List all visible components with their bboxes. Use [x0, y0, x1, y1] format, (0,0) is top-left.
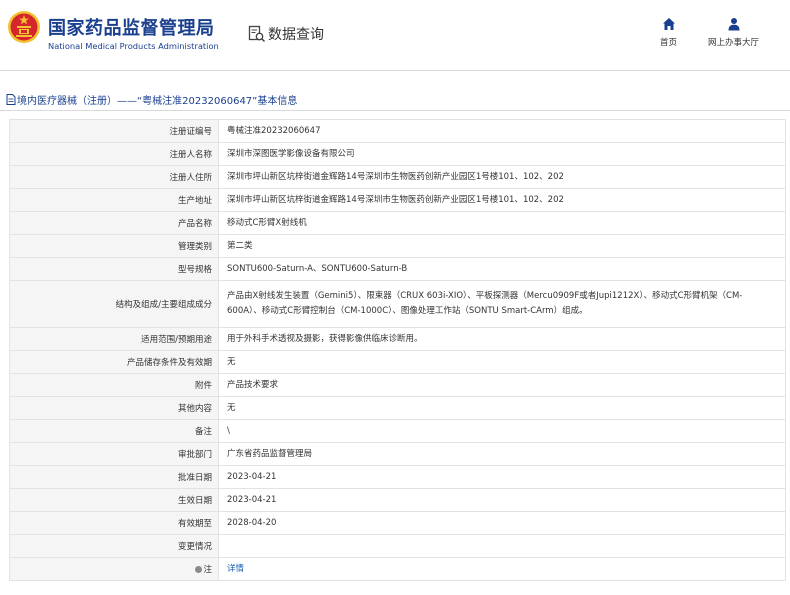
table-row: 审批部门 广东省药品监督管理局 [9, 442, 786, 466]
table-row: 结构及组成/主要组成成分 产品由X射线发生装置（Gemini5）、限束器（CRU… [9, 280, 786, 328]
row-label: 备注 [9, 419, 219, 443]
table-row: 管理类别 第二类 [9, 234, 786, 258]
table-row: 批准日期 2023-04-21 [9, 465, 786, 489]
row-label: 管理类别 [9, 234, 219, 258]
row-value: SONTU600-Saturn-A、SONTU600-Saturn-B [218, 257, 786, 281]
row-label-note: 注 [9, 557, 219, 581]
row-label: 注册人名称 [9, 142, 219, 166]
info-dot-icon [195, 566, 203, 573]
row-value: 2023-04-21 [218, 465, 786, 489]
home-icon [662, 18, 675, 30]
row-value: 用于外科手术透视及摄影，获得影像供临床诊断用。 [218, 327, 786, 351]
details-link[interactable]: 详情 [227, 564, 244, 574]
row-label: 审批部门 [9, 442, 219, 466]
row-value: 2023-04-21 [218, 488, 786, 512]
header-divider [0, 70, 790, 71]
row-label: 批准日期 [9, 465, 219, 489]
table-row: 备注 \ [9, 419, 786, 443]
row-label: 其他内容 [9, 396, 219, 420]
table-row: 变更情况 [9, 534, 786, 558]
user-icon [728, 18, 739, 31]
table-row: 生产地址 深圳市坪山新区坑梓街道金辉路14号深圳市生物医药创新产业园区1号楼10… [9, 188, 786, 212]
table-row: 其他内容 无 [9, 396, 786, 420]
row-label: 生效日期 [9, 488, 219, 512]
nav-online-hall-label: 网上办事大厅 [708, 38, 760, 48]
row-value: 第二类 [218, 234, 786, 258]
table-row: 生效日期 2023-04-21 [9, 488, 786, 512]
brand-title-cn: 国家药品监督管理局 [48, 18, 215, 39]
row-value: \ [218, 419, 786, 443]
row-label: 附件 [9, 373, 219, 397]
row-value: 深圳市深图医学影像设备有限公司 [218, 142, 786, 166]
row-value: 深圳市坪山新区坑梓街道金辉路14号深圳市生物医药创新产业园区1号楼101、102… [218, 165, 786, 189]
row-label-note-text: 注 [203, 565, 212, 575]
table-row: 附件 产品技术要求 [9, 373, 786, 397]
row-label: 有效期至 [9, 511, 219, 535]
table-row: 型号规格 SONTU600-Saturn-A、SONTU600-Saturn-B [9, 257, 786, 281]
nav-online-hall[interactable]: 网上办事大厅 [708, 17, 759, 48]
national-emblem-logo [8, 11, 40, 43]
table-row: 有效期至 2028-04-20 [9, 511, 786, 535]
row-label: 变更情况 [9, 534, 219, 558]
row-label: 结构及组成/主要组成成分 [9, 280, 219, 328]
row-label: 生产地址 [9, 188, 219, 212]
brand-title-en: National Medical Products Administration [48, 41, 219, 51]
nav-home[interactable]: 首页 [660, 17, 677, 48]
row-value: 产品由X射线发生装置（Gemini5）、限束器（CRUX 603i-XIO）、平… [218, 280, 786, 328]
registration-info-table: 注册证编号 粤械注准20232060647 注册人名称 深圳市深图医学影像设备有… [9, 119, 786, 581]
table-row: 适用范围/预期用途 用于外科手术透视及摄影，获得影像供临床诊断用。 [9, 327, 786, 351]
row-label: 注册人住所 [9, 165, 219, 189]
row-label: 适用范围/预期用途 [9, 327, 219, 351]
table-row: 注册人名称 深圳市深图医学影像设备有限公司 [9, 142, 786, 166]
row-value: 广东省药品监督管理局 [218, 442, 786, 466]
row-value [218, 534, 786, 558]
table-row: 注册证编号 粤械注准20232060647 [9, 119, 786, 143]
row-value: 详情 [218, 557, 786, 581]
section-title-text: 境内医疗器械（注册）——“粤械注准20232060647”基本信息 [17, 96, 298, 107]
row-value: 2028-04-20 [218, 511, 786, 535]
table-row: 产品储存条件及有效期 无 [9, 350, 786, 374]
row-label: 型号规格 [9, 257, 219, 281]
document-search-icon [248, 25, 266, 43]
data-query-link[interactable]: 数据查询 [248, 24, 324, 44]
section-divider [0, 110, 790, 111]
section-title: 境内医疗器械（注册）——“粤械注准20232060647”基本信息 [6, 92, 297, 107]
row-value: 产品技术要求 [218, 373, 786, 397]
row-value: 粤械注准20232060647 [218, 119, 786, 143]
row-label: 注册证编号 [9, 119, 219, 143]
row-label: 产品储存条件及有效期 [9, 350, 219, 374]
nav-home-label: 首页 [660, 38, 678, 48]
row-value: 无 [218, 396, 786, 420]
data-query-label: 数据查询 [268, 27, 324, 43]
row-value: 深圳市坪山新区坑梓街道金辉路14号深圳市生物医药创新产业园区1号楼101、102… [218, 188, 786, 212]
row-label: 产品名称 [9, 211, 219, 235]
table-row: 产品名称 移动式C形臂X射线机 [9, 211, 786, 235]
document-icon [6, 94, 16, 105]
row-value: 无 [218, 350, 786, 374]
site-header: 国家药品监督管理局 National Medical Products Admi… [0, 0, 790, 70]
row-value: 移动式C形臂X射线机 [218, 211, 786, 235]
table-row: 注册人住所 深圳市坪山新区坑梓街道金辉路14号深圳市生物医药创新产业园区1号楼1… [9, 165, 786, 189]
table-row: 注 详情 [9, 557, 786, 581]
